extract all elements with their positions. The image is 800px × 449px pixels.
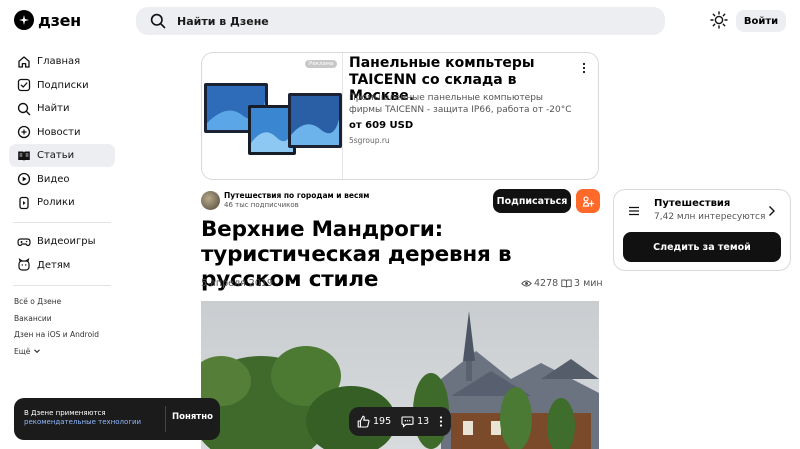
sidebar-item-label: Подписки [37,79,89,91]
zen-logo-icon [14,10,34,30]
ad-price: от 609 USD [349,120,414,131]
home-icon [18,55,30,68]
video-icon [17,172,31,186]
sidebar-item-home[interactable]: Главная [9,50,115,73]
sidebar-item-label: Ролики [37,197,75,208]
comment-icon [401,416,414,428]
ad-product-illustration [204,83,342,155]
clips-icon [19,196,29,209]
ad-description: Промышленные панельные компьютеры фирмы … [349,93,572,115]
article-date: 5 апреля 2019 [201,278,273,289]
search-icon [17,102,31,115]
sidebar-divider [13,222,111,223]
likes-count: 195 [373,416,392,427]
footer-links: Всё о Дзене Вакансии Дзен на iOS и Andro… [9,294,115,360]
channel-avatar[interactable] [201,191,220,210]
comments-count: 13 [417,416,430,427]
sidebar-item-clips[interactable]: Ролики [9,191,115,214]
ad-badge: Реклама [305,60,338,68]
share-icon [582,195,594,207]
more-vertical-icon[interactable] [438,415,444,428]
sidebar-divider [13,284,111,286]
topic-count: 7,42 млн интересуются [654,212,766,222]
kids-icon [18,258,30,271]
subscriptions-icon [17,78,31,92]
ad-image: Реклама [202,53,343,179]
channel-name[interactable]: Путешествия по городам и весям [224,191,369,200]
views-value: 4278 [534,278,559,289]
book-icon [561,279,572,288]
chevron-down-icon [34,349,41,354]
topic-name[interactable]: Путешествия [654,198,730,209]
eye-icon [521,280,532,287]
footer-link-more-label: Ещё [14,346,31,356]
recommendations-banner: В Дзене применяются рекомендательные тех… [14,398,220,440]
articles-icon [18,151,30,161]
sidebar-item-label: Главная [37,56,81,67]
subscribe-button[interactable]: Подписаться [493,189,571,213]
more-vertical-icon[interactable] [579,61,589,75]
logo-text: дзен [38,10,81,30]
topic-card[interactable]: Путешествия 7,42 млн интересуются Следит… [613,189,791,271]
reactions-bar: 195 13 [349,407,451,436]
gamepad-icon [17,237,31,246]
topic-list-icon [629,206,639,216]
footer-link-apps[interactable]: Дзен на iOS и Android [14,327,115,344]
sidebar-item-label: Видео [37,173,70,185]
search-input[interactable]: Найти в Дзене [177,15,269,28]
like-button[interactable]: 195 [357,415,391,428]
login-button[interactable]: Войти [736,10,786,32]
search-icon [150,13,166,29]
sidebar: Главная Подписки Найти Новости Статьи Ви… [9,50,115,360]
ad-card[interactable]: Реклама Панельные компьтеры TAICENN со с… [201,52,599,180]
chevron-right-icon[interactable] [767,205,776,217]
sun-icon[interactable] [710,11,728,29]
understood-button[interactable]: Понятно [172,412,213,422]
search-bar[interactable]: Найти в Дзене [136,7,665,35]
channel-subscribers: 46 тыс подписчиков [224,201,299,209]
comments-button[interactable]: 13 [401,415,429,428]
ad-domain[interactable]: 5sgroup.ru [349,136,390,145]
sidebar-item-subscriptions[interactable]: Подписки [9,74,115,97]
read-time-value: 3 мин [574,278,603,289]
thumbs-up-icon [357,415,370,428]
sidebar-item-videogames[interactable]: Видеоигры [9,230,115,253]
follow-topic-button[interactable]: Следить за темой [623,232,781,262]
sidebar-item-label: Видеоигры [37,236,96,247]
banner-link[interactable]: рекомендательные технологии [24,418,141,426]
banner-text: В Дзене применяются [24,409,106,417]
footer-link-vacancies[interactable]: Вакансии [14,310,115,327]
views-count: 4278 [521,278,558,289]
banner-divider [165,406,166,432]
share-button[interactable] [576,189,600,213]
sidebar-item-news[interactable]: Новости [9,121,115,144]
sidebar-item-label: Найти [37,103,70,114]
sidebar-item-kids[interactable]: Детям [9,254,115,277]
sidebar-item-video[interactable]: Видео [9,168,115,191]
sidebar-item-search[interactable]: Найти [9,97,115,120]
news-icon [17,125,31,139]
sidebar-item-label: Новости [37,126,81,138]
sidebar-item-label: Статьи [37,150,75,161]
footer-link-more[interactable]: Ещё [14,343,115,360]
sidebar-item-articles[interactable]: Статьи [9,144,115,167]
footer-link-about[interactable]: Всё о Дзене [14,294,115,311]
zen-logo[interactable]: дзен [14,10,81,30]
sidebar-item-label: Детям [37,259,71,271]
read-time: 3 мин [561,278,603,289]
